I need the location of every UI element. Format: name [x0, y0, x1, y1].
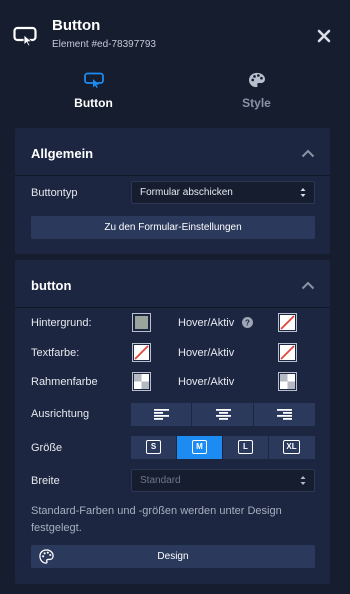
size-m-label: M — [192, 440, 207, 454]
breite-select[interactable]: Standard — [131, 469, 315, 492]
chevron-up-icon[interactable] — [301, 149, 315, 158]
align-right-icon — [277, 409, 292, 420]
design-button-label: Design — [157, 551, 189, 562]
design-button[interactable]: Design — [31, 545, 315, 568]
design-hint-text: Standard-Farben und -größen werden unter… — [31, 505, 282, 534]
button-element-icon — [13, 26, 37, 46]
select-arrows-icon — [300, 476, 306, 485]
hover-textfarbe-color-swatch[interactable] — [278, 343, 297, 362]
ausrichtung-label: Ausrichtung — [31, 408, 90, 420]
hintergrund-color-swatch[interactable] — [132, 313, 151, 332]
size-l-label: L — [238, 440, 253, 454]
tab-style[interactable]: Style — [169, 62, 344, 118]
hover-rahmenfarbe-color-swatch[interactable] — [278, 372, 297, 391]
form-settings-button-label: Zu den Formular-Einstellungen — [104, 222, 242, 233]
allgemein-section-header[interactable]: Allgemein — [15, 128, 330, 176]
allgemein-title: Allgemein — [31, 146, 94, 161]
panel-header: Button Element #ed-78397793 — [0, 0, 350, 62]
groesse-label: Größe — [31, 442, 63, 454]
align-center-icon — [216, 409, 231, 420]
button-section-title: button — [31, 278, 72, 293]
palette-icon — [249, 72, 265, 88]
element-id: Element #ed-78397793 — [52, 39, 156, 50]
hintergrund-label: Hintergrund: — [31, 317, 92, 329]
size-l-button[interactable]: L — [223, 436, 269, 459]
buttontyp-select[interactable]: Formular abschicken — [131, 181, 315, 204]
svg-text:?: ? — [245, 319, 250, 328]
button-section-header[interactable]: button — [15, 260, 330, 308]
align-left-icon — [154, 409, 169, 420]
breite-value: Standard — [140, 475, 181, 486]
button-element-icon — [84, 72, 104, 88]
buttontyp-value: Formular abschicken — [140, 187, 233, 198]
help-icon[interactable]: ? — [242, 317, 253, 328]
button-style-section: button Hintergrund: Hover/Aktiv ? Textfa… — [15, 260, 330, 584]
chevron-up-icon[interactable] — [301, 281, 315, 290]
size-m-button[interactable]: M — [177, 436, 223, 459]
tab-bar: Button Style — [0, 62, 350, 118]
hover-aktiv-label: Hover/Aktiv — [178, 347, 235, 359]
textfarbe-label: Textfarbe: — [31, 347, 80, 359]
hover-aktiv-label: Hover/Aktiv — [178, 376, 235, 388]
rahmenfarbe-label: Rahmenfarbe — [31, 376, 98, 388]
size-xl-label: XL — [283, 440, 300, 454]
align-center-button[interactable] — [192, 403, 254, 426]
size-s-label: S — [146, 440, 161, 454]
close-icon[interactable] — [316, 28, 332, 44]
hover-hintergrund-color-swatch[interactable] — [278, 313, 297, 332]
size-xl-button[interactable]: XL — [269, 436, 315, 459]
align-left-button[interactable] — [131, 403, 192, 426]
tab-style-label: Style — [242, 96, 271, 110]
form-settings-button[interactable]: Zu den Formular-Einstellungen — [31, 216, 315, 239]
tab-button-label: Button — [74, 96, 113, 110]
allgemein-section: Allgemein Buttontyp Formular abschicken … — [15, 128, 330, 254]
tab-button[interactable]: Button — [6, 62, 181, 118]
rahmenfarbe-color-swatch[interactable] — [132, 372, 151, 391]
element-title: Button — [52, 17, 101, 34]
buttontyp-label: Buttontyp — [31, 187, 78, 199]
breite-label: Breite — [31, 475, 60, 487]
hover-aktiv-label: Hover/Aktiv — [178, 317, 235, 329]
textfarbe-color-swatch[interactable] — [132, 343, 151, 362]
size-s-button[interactable]: S — [131, 436, 177, 459]
select-arrows-icon — [300, 188, 306, 197]
align-right-button[interactable] — [254, 403, 315, 426]
